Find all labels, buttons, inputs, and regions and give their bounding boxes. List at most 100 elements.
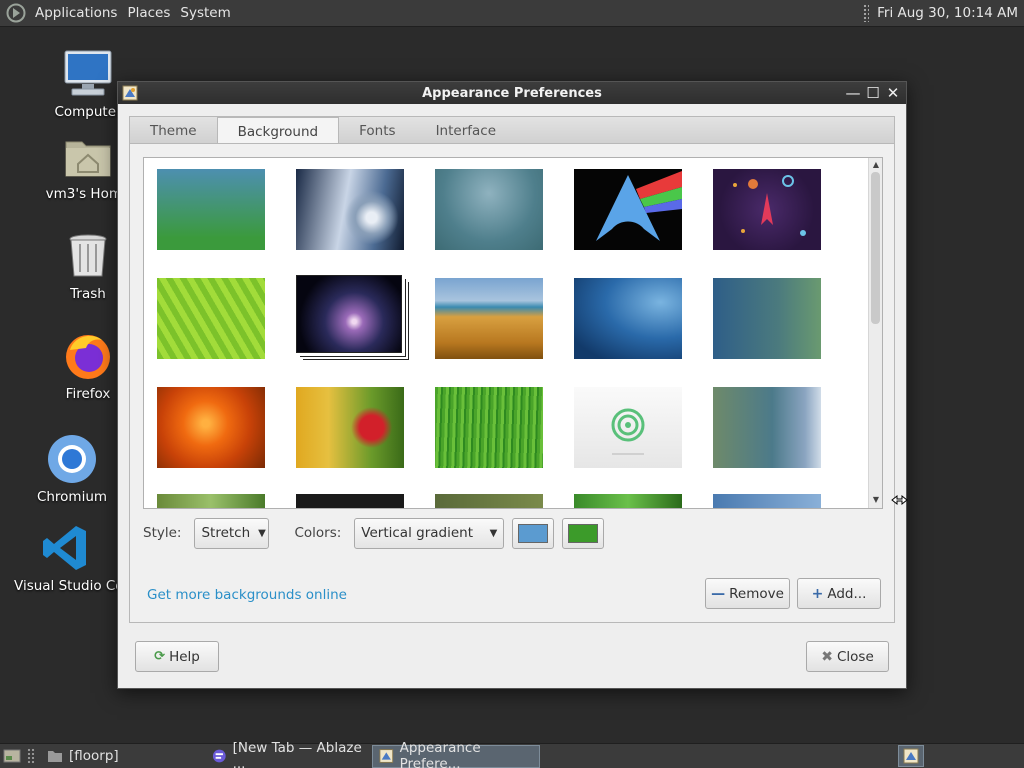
chevron-down-icon: ▼ [258, 527, 266, 539]
folder-icon [48, 751, 62, 762]
wallpaper-thumbnail[interactable] [157, 278, 265, 359]
computer-icon [64, 50, 112, 96]
close-icon: ✖ [821, 648, 833, 665]
minimize-icon[interactable]: — [844, 84, 862, 102]
taskbar: [floorp] [New Tab — Ablaze ... Appearanc… [0, 740, 1024, 768]
trash-icon [69, 234, 107, 277]
secondary-color-button[interactable] [562, 517, 605, 549]
wallpaper-thumbnail[interactable] [157, 494, 265, 508]
scrollbar-thumb[interactable] [871, 172, 880, 324]
resize-cursor-icon [891, 494, 908, 506]
colors-label: Colors: [294, 525, 342, 541]
top-panel: Applications Places System Fri Aug 30, 1… [0, 0, 1024, 27]
system-menu[interactable]: System [175, 5, 235, 21]
wallpaper-thumbnail[interactable] [435, 387, 543, 468]
gallery-scrollbar[interactable]: ▲ ▼ [868, 158, 882, 508]
wallpaper-thumbnail[interactable] [296, 275, 402, 353]
show-desktop-icon[interactable] [3, 748, 21, 764]
desktop-icon-chromium[interactable]: Chromium [12, 433, 132, 505]
wallpaper-thumbnail[interactable] [713, 494, 821, 508]
primary-color-swatch [518, 523, 549, 543]
desktop-icon-vscode[interactable]: Visual Studio Code [14, 522, 118, 594]
style-label: Style: [143, 525, 182, 541]
close-button-label: Close [836, 648, 874, 665]
home-folder-icon [65, 141, 111, 177]
maximize-icon[interactable]: ☐ [864, 84, 882, 102]
appearance-app-icon [903, 748, 919, 764]
help-button[interactable]: ⟳ Help [135, 641, 219, 672]
floorp-browser-icon [212, 749, 226, 763]
wallpaper-thumbnail[interactable] [157, 169, 265, 250]
scroll-down-icon[interactable]: ▼ [869, 495, 882, 507]
taskbar-item-floorp[interactable]: [floorp] [41, 745, 206, 768]
primary-color-button[interactable] [512, 517, 555, 549]
desktop-icon-label: Computer [54, 104, 122, 120]
wallpaper-thumbnail[interactable] [713, 278, 821, 359]
plus-icon: + [811, 585, 824, 602]
secondary-color-swatch [568, 523, 599, 543]
scroll-up-icon[interactable]: ▲ [869, 160, 882, 172]
places-menu[interactable]: Places [122, 5, 175, 21]
distro-logo-icon[interactable] [6, 3, 26, 23]
tab-fonts[interactable]: Fonts [339, 118, 415, 144]
chevron-down-icon: ▼ [489, 527, 498, 539]
taskbar-grip-icon [27, 748, 35, 764]
tab-bar: Theme Background Fonts Interface [129, 116, 895, 145]
minus-icon: — [711, 585, 726, 602]
window-titlebar[interactable]: Appearance Preferences — ☐ ✕ [118, 82, 906, 104]
background-panel: ▲ ▼ Style: Stretch ▼ Colors: Vertical gr… [129, 143, 895, 623]
taskbar-item-label: [New Tab — Ablaze ... [232, 740, 362, 768]
wallpaper-thumbnail[interactable] [574, 278, 682, 359]
applications-menu[interactable]: Applications [30, 5, 122, 21]
wallpaper-gallery: ▲ ▼ [143, 157, 883, 509]
style-value: Stretch [201, 525, 251, 541]
clock[interactable]: Fri Aug 30, 10:14 AM [877, 5, 1018, 21]
wallpaper-thumbnail[interactable] [435, 169, 543, 250]
desktop-icon-label: Firefox [65, 386, 111, 402]
wallpaper-thumbnail[interactable] [435, 494, 543, 508]
desktop-icon-label: Chromium [36, 489, 108, 505]
help-lifebuoy-icon: ⟳ [154, 649, 166, 664]
taskbar-item-new-tab[interactable]: [New Tab — Ablaze ... [206, 740, 372, 768]
taskbar-item-label: [floorp] [69, 748, 119, 764]
appearance-app-icon [379, 749, 394, 763]
colors-dropdown[interactable]: Vertical gradient ▼ [354, 517, 505, 549]
colors-value: Vertical gradient [361, 525, 473, 541]
taskbar-item-label: Appearance Prefere... [399, 740, 481, 768]
swirl-logo-icon [611, 408, 645, 455]
workspace-switcher[interactable] [898, 745, 924, 767]
background-controls: Style: Stretch ▼ Colors: Vertical gradie… [143, 517, 605, 549]
remove-button[interactable]: — Remove [705, 578, 790, 609]
arch-logo-icon [596, 171, 682, 241]
appearance-preferences-window: Appearance Preferences — ☐ ✕ Theme Backg… [117, 81, 907, 689]
panel-grip-icon [863, 4, 870, 22]
wallpaper-thumbnail[interactable] [713, 169, 821, 250]
taskbar-item-appearance[interactable]: Appearance Prefere... [372, 740, 540, 768]
vscode-icon [43, 526, 86, 570]
wallpaper-thumbnail[interactable] [296, 169, 404, 250]
tab-interface[interactable]: Interface [416, 118, 516, 144]
wallpaper-thumbnail[interactable] [574, 494, 682, 508]
wallpaper-thumbnail[interactable] [157, 387, 265, 468]
space-shapes-icon [733, 175, 806, 236]
wallpaper-thumbnail[interactable] [713, 387, 821, 468]
help-button-label: Help [169, 648, 200, 665]
wallpaper-thumbnail[interactable] [296, 387, 404, 468]
wallpaper-thumbnail[interactable] [435, 278, 543, 359]
window-title: Appearance Preferences [422, 85, 602, 101]
wallpaper-thumbnail[interactable] [574, 169, 682, 250]
firefox-icon [66, 335, 110, 379]
wallpaper-thumbnail[interactable] [296, 494, 404, 508]
add-button[interactable]: + Add... [797, 578, 881, 609]
close-window-icon[interactable]: ✕ [884, 84, 902, 102]
wallpaper-thumbnail[interactable] [574, 387, 682, 468]
chromium-icon [48, 435, 96, 483]
appearance-app-icon [122, 85, 138, 101]
style-dropdown[interactable]: Stretch ▼ [194, 517, 270, 549]
tab-background[interactable]: Background [216, 117, 340, 145]
close-button[interactable]: ✖ Close [806, 641, 889, 672]
add-button-label: Add... [827, 585, 867, 602]
more-backgrounds-link[interactable]: Get more backgrounds online [147, 587, 347, 603]
desktop-icon-label: Visual Studio Code [14, 578, 118, 594]
tab-theme[interactable]: Theme [130, 118, 217, 144]
